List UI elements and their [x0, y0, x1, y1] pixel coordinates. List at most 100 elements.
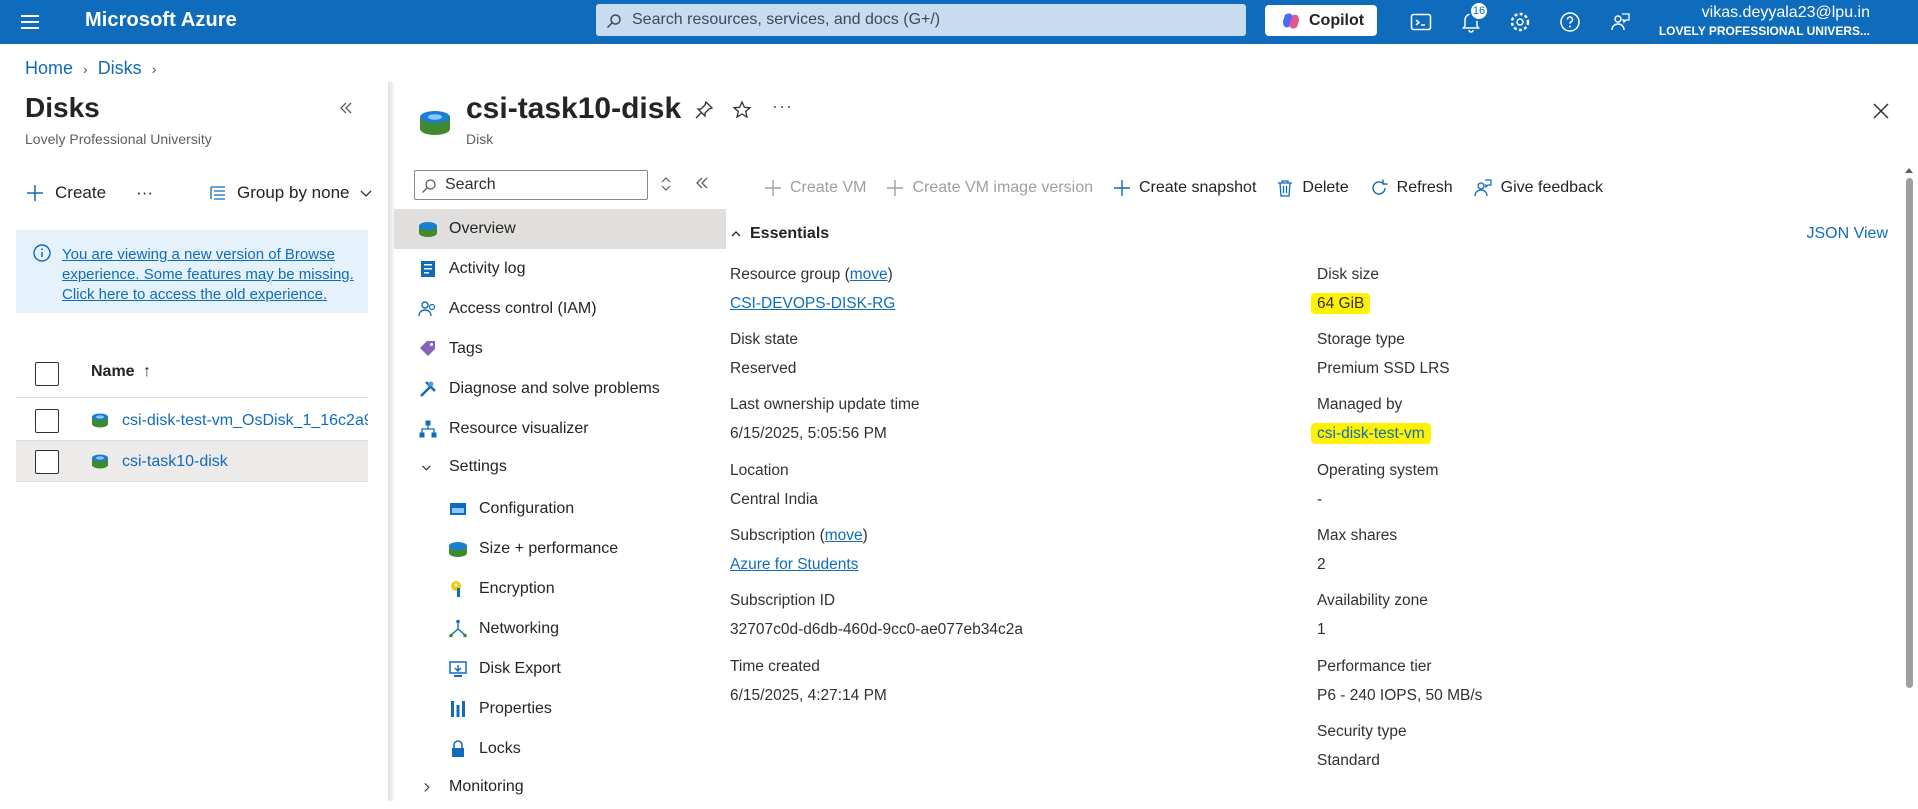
close-icon[interactable] [1872, 102, 1890, 120]
ownership-value: 6/15/2025, 5:05:56 PM [730, 425, 887, 442]
settings-gear-icon[interactable] [1508, 10, 1532, 34]
tag-icon [420, 341, 435, 356]
menu-item-access-control[interactable]: Access control (IAM) [394, 289, 726, 329]
menu-search[interactable] [414, 170, 648, 200]
menu-item-resource-visualizer[interactable]: Resource visualizer [394, 409, 726, 449]
plus-icon [27, 185, 43, 201]
breadcrumb-disks[interactable]: Disks [98, 58, 142, 79]
table-row[interactable]: csi-disk-test-vm_OsDisk_1_16c2a9c [16, 400, 368, 441]
feedback-icon[interactable] [1608, 10, 1632, 34]
collapse-panel-icon[interactable] [338, 100, 354, 116]
group-by-dropdown[interactable]: Group by none [209, 183, 373, 203]
resource-menu: Overview Activity log Access control (IA… [394, 209, 726, 809]
create-button[interactable]: Create [25, 183, 106, 203]
help-icon[interactable] [1558, 10, 1582, 34]
user-account[interactable]: vikas.deyyala23@lpu.in LOVELY PROFESSION… [1659, 4, 1870, 38]
more-options-button[interactable]: ··· [772, 96, 793, 117]
menu-item-networking[interactable]: Networking [394, 609, 726, 649]
time-created-field: Time created 6/15/2025, 4:27:14 PM [730, 658, 887, 705]
menu-item-locks[interactable]: Locks [394, 729, 726, 769]
row-checkbox[interactable] [35, 450, 59, 474]
scroll-up-arrow-icon[interactable] [1904, 166, 1914, 174]
export-icon [449, 661, 467, 677]
resource-group-field: Resource group (move) CSI-DEVOPS-DISK-RG [730, 266, 895, 313]
menu-item-diagnose[interactable]: Diagnose and solve problems [394, 369, 726, 409]
os-field: Operating system - [1317, 462, 1438, 509]
create-image-version-button[interactable]: Create VM image version [886, 179, 1093, 197]
lock-icon [452, 740, 464, 757]
hamburger-menu-icon[interactable] [18, 10, 42, 34]
resource-group-link[interactable]: CSI-DEVOPS-DISK-RG [730, 295, 895, 312]
table-row[interactable]: csi-task10-disk [16, 441, 368, 482]
ownership-field: Last ownership update time 6/15/2025, 5:… [730, 396, 920, 443]
menu-item-properties[interactable]: Properties [394, 689, 726, 729]
menu-item-tags[interactable]: Tags [394, 329, 726, 369]
grid-header: Name ↑ [16, 358, 368, 398]
copilot-button[interactable]: Copilot [1265, 5, 1377, 36]
subscription-link[interactable]: Azure for Students [730, 556, 858, 573]
name-column-header[interactable]: Name ↑ [91, 363, 151, 381]
search-input[interactable] [632, 10, 1232, 30]
plus-icon [887, 180, 904, 196]
group-list-icon [210, 186, 226, 200]
storage-type-value: Premium SSD LRS [1317, 360, 1450, 377]
create-snapshot-button[interactable]: Create snapshot [1113, 179, 1256, 197]
activity-log-icon [421, 261, 435, 277]
global-search[interactable] [596, 4, 1246, 36]
cloud-shell-icon[interactable] [1409, 10, 1433, 34]
create-vm-button[interactable]: Create VM [764, 179, 866, 197]
more-actions-button[interactable]: ··· [136, 183, 153, 203]
expand-collapse-all-icon[interactable] [660, 176, 672, 192]
disk-icon [92, 413, 108, 428]
disk-size-value: 64 GiB [1311, 293, 1371, 314]
menu-item-size-performance[interactable]: Size + performance [394, 529, 726, 569]
plus-icon [765, 180, 781, 196]
refresh-button[interactable]: Refresh [1369, 178, 1453, 198]
menu-group-settings[interactable]: Settings [394, 449, 726, 489]
give-feedback-button[interactable]: Give feedback [1473, 178, 1603, 198]
user-org: LOVELY PROFESSIONAL UNIVERS... [1658, 24, 1870, 38]
menu-item-disk-export[interactable]: Disk Export [394, 649, 726, 689]
collapse-menu-icon[interactable] [694, 175, 710, 191]
menu-search-input[interactable] [445, 176, 641, 194]
subscription-id-label: Subscription ID [730, 592, 836, 609]
security-type-field: Security type Standard [1317, 723, 1407, 770]
menu-group-label: Monitoring [449, 778, 524, 795]
essentials-toggle[interactable]: Essentials [730, 225, 829, 243]
scrollbar-thumb[interactable] [1906, 178, 1913, 688]
disk-state-value: Reserved [730, 360, 797, 377]
json-view-link[interactable]: JSON View [1806, 225, 1888, 243]
delete-label: Delete [1302, 179, 1349, 196]
vertical-scrollbar[interactable] [1904, 166, 1914, 696]
storage-type-label: Storage type [1317, 331, 1405, 348]
menu-item-activity-log[interactable]: Activity log [394, 249, 726, 289]
menu-group-label: Settings [449, 458, 507, 475]
info-icon [33, 244, 51, 262]
move-subscription-link[interactable]: move [825, 527, 863, 544]
select-all-checkbox[interactable] [35, 362, 59, 386]
menu-item-label: Encryption [479, 580, 555, 597]
location-value: Central India [730, 491, 818, 508]
breadcrumb-home[interactable]: Home [25, 58, 73, 79]
menu-item-overview[interactable]: Overview [394, 209, 726, 249]
menu-item-encryption[interactable]: Encryption [394, 569, 726, 609]
favorite-star-icon[interactable] [732, 100, 752, 120]
move-resource-group-link[interactable]: move [850, 266, 888, 283]
menu-item-label: Access control (IAM) [449, 300, 597, 317]
menu-group-monitoring[interactable]: Monitoring [394, 769, 726, 809]
row-checkbox[interactable] [35, 409, 59, 433]
disk-name-link[interactable]: csi-task10-disk [122, 453, 228, 471]
azure-brand[interactable]: Microsoft Azure [85, 9, 237, 32]
resource-group-label: Resource group ( [730, 266, 850, 283]
old-experience-link[interactable]: You are viewing a new version of Browse … [62, 245, 362, 305]
disk-name-link[interactable]: csi-disk-test-vm_OsDisk_1_16c2a9c [122, 412, 368, 430]
pin-icon[interactable] [694, 100, 714, 120]
delete-button[interactable]: Delete [1276, 179, 1349, 197]
subscription-field: Subscription (move) Azure for Students [730, 527, 868, 574]
name-header-label: Name [91, 363, 135, 380]
managed-by-link[interactable]: csi-disk-test-vm [1311, 423, 1431, 444]
menu-item-label: Activity log [449, 260, 526, 277]
menu-item-configuration[interactable]: Configuration [394, 489, 726, 529]
top-bar: Microsoft Azure Copilot 16 vikas.deyyala… [0, 0, 1918, 44]
chevron-down-icon [422, 465, 431, 471]
